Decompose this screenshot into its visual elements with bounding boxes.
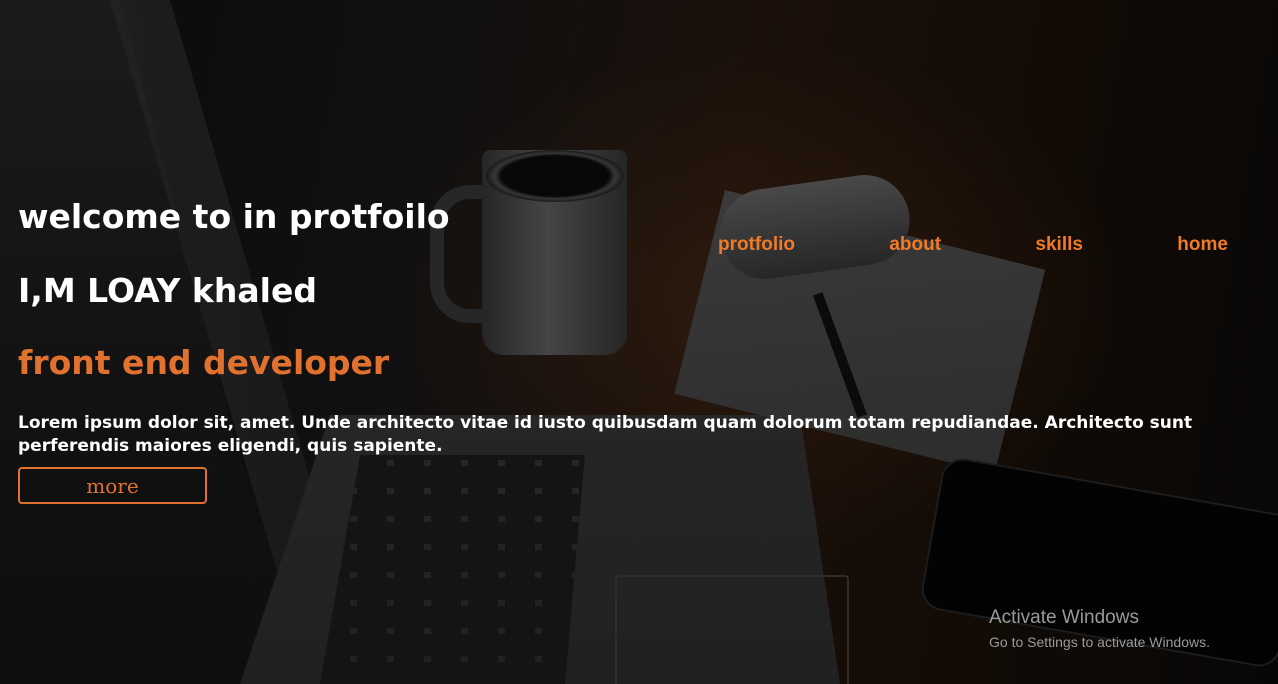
more-button[interactable]: more	[18, 467, 207, 504]
welcome-heading: welcome to in protfoilo	[18, 197, 450, 236]
landing-page: protfolio about skills home welcome to i…	[0, 0, 1278, 684]
intro-paragraph: Lorem ipsum dolor sit, amet. Unde archit…	[18, 413, 1193, 456]
hero-section: welcome to in protfoilo I,M LOAY khaled …	[18, 196, 1248, 504]
name-heading: I,M LOAY khaled	[18, 271, 317, 310]
role-heading: front end developer	[18, 343, 390, 382]
watermark-title: Activate Windows	[989, 607, 1139, 628]
activate-windows-watermark: Activate Windows Go to Settings to activ…	[989, 606, 1210, 652]
watermark-subtitle: Go to Settings to activate Windows.	[989, 634, 1210, 650]
